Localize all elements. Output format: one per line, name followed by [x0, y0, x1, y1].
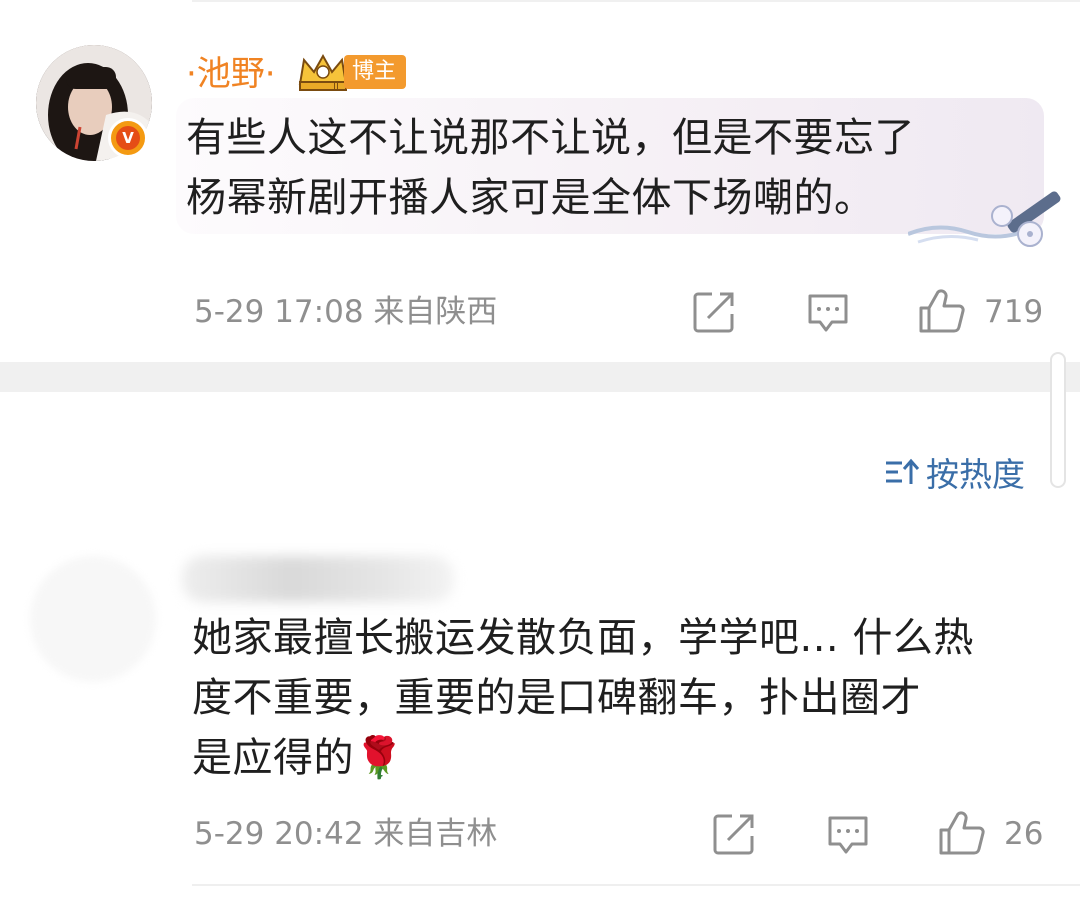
reply-icon[interactable] [826, 812, 870, 856]
comment-line: 她家最擅长搬运发散负面，学学吧... 什么热 [192, 615, 974, 661]
divider [192, 884, 1080, 886]
blogger-tag: 博主 [344, 55, 407, 89]
scrollbar[interactable] [1050, 352, 1066, 488]
verified-badge-label: V [116, 126, 140, 150]
sort-label: 按热度 [926, 455, 1025, 494]
like-count: 719 [984, 294, 1044, 330]
sort-icon [886, 458, 920, 484]
share-icon[interactable] [712, 812, 756, 856]
like-icon[interactable] [918, 288, 966, 334]
comment-line: 杨幂新剧开播人家可是全体下场嘲的。 [186, 175, 875, 221]
comment-text: 有些人这不让说那不让说，但是不要忘了 杨幂新剧开播人家可是全体下场嘲的。 [186, 108, 1016, 228]
reply-icon[interactable] [806, 290, 850, 334]
comment-line: 度不重要，重要的是口碑翻车，扑出圈才 [192, 675, 921, 721]
verified-badge-icon: V [108, 118, 148, 158]
section-divider [0, 362, 1080, 392]
like-count: 26 [1004, 816, 1044, 852]
svg-text:II: II [333, 82, 339, 92]
comment-line: 是应得的🌹 [192, 735, 405, 781]
username-blurred[interactable] [182, 556, 454, 602]
divider [192, 0, 1080, 2]
username[interactable]: ·池野· [186, 52, 276, 96]
like-icon[interactable] [938, 810, 986, 856]
comment-meta: 5-29 17:08 来自陕西 [194, 294, 498, 330]
avatar[interactable] [30, 556, 156, 682]
share-icon[interactable] [692, 290, 736, 334]
sort-toggle[interactable]: 按热度 [884, 450, 1025, 494]
comment-line: 有些人这不让说那不让说，但是不要忘了 [186, 115, 915, 161]
comment-text: 她家最擅长搬运发散负面，学学吧... 什么热 度不重要，重要的是口碑翻车，扑出圈… [192, 608, 1052, 788]
comment-screen: V ·池野· II 博主 有些人这不让说那不让说，但是不要忘了 杨幂新剧开播人家… [0, 0, 1080, 903]
bubble-decoration-icon [908, 191, 1061, 247]
crown-icon: II [298, 53, 348, 92]
comment-meta: 5-29 20:42 来自吉林 [194, 816, 498, 852]
